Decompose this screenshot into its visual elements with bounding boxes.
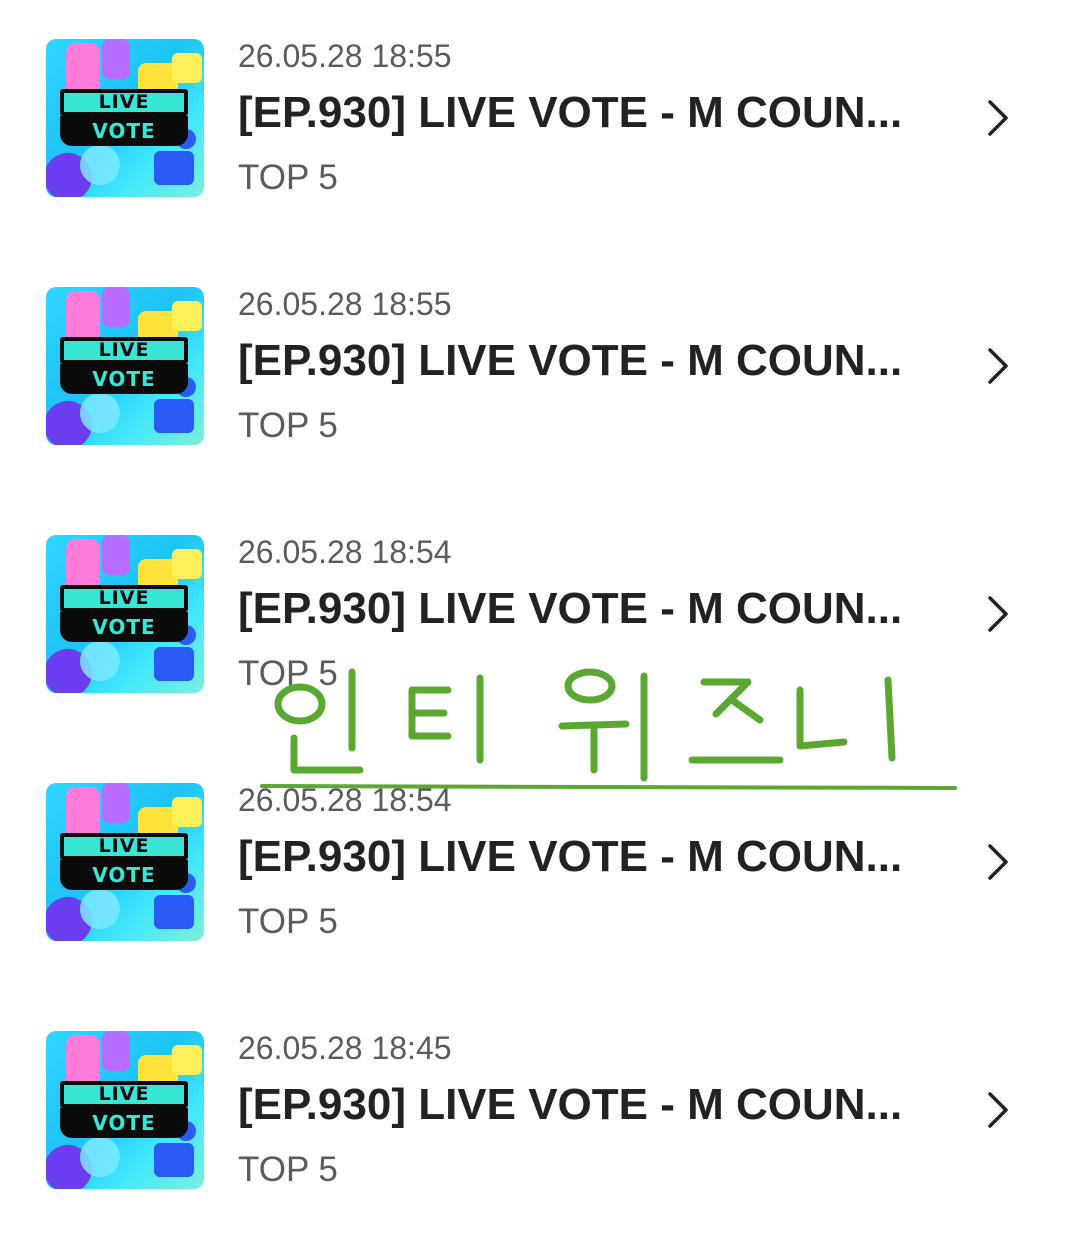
item-subtitle: TOP 5 bbox=[238, 406, 338, 445]
item-subtitle: TOP 5 bbox=[238, 1150, 338, 1189]
badge-live-text: LIVE bbox=[60, 1081, 188, 1108]
list-item[interactable]: LIVE VOTE 26.05.28 18:54 [EP.930] LIVE V… bbox=[0, 496, 1080, 744]
item-date: 26.05.28 18:55 bbox=[238, 38, 452, 74]
live-vote-badge: LIVE VOTE bbox=[60, 89, 188, 146]
item-subtitle: TOP 5 bbox=[238, 902, 338, 941]
list-item[interactable]: LIVE VOTE 26.05.28 18:54 [EP.930] LIVE V… bbox=[0, 744, 1080, 992]
live-vote-badge: LIVE VOTE bbox=[60, 337, 188, 394]
item-title: [EP.930] LIVE VOTE - M COUN... bbox=[238, 584, 903, 633]
live-vote-thumbnail: LIVE VOTE bbox=[46, 287, 204, 445]
item-subtitle: TOP 5 bbox=[238, 654, 338, 693]
item-title: [EP.930] LIVE VOTE - M COUN... bbox=[238, 88, 903, 137]
item-date: 26.05.28 18:45 bbox=[238, 1030, 452, 1066]
chevron-right-icon[interactable] bbox=[980, 1088, 1016, 1132]
badge-live-text: LIVE bbox=[60, 337, 188, 364]
chevron-right-icon[interactable] bbox=[980, 344, 1016, 388]
chevron-right-icon[interactable] bbox=[980, 96, 1016, 140]
live-vote-badge: LIVE VOTE bbox=[60, 1081, 188, 1138]
badge-vote-text: VOTE bbox=[60, 1108, 188, 1138]
item-title: [EP.930] LIVE VOTE - M COUN... bbox=[238, 1080, 903, 1129]
badge-vote-text: VOTE bbox=[60, 612, 188, 642]
chevron-right-icon[interactable] bbox=[980, 592, 1016, 636]
live-vote-badge: LIVE VOTE bbox=[60, 833, 188, 890]
live-vote-badge: LIVE VOTE bbox=[60, 585, 188, 642]
badge-live-text: LIVE bbox=[60, 833, 188, 860]
list-item[interactable]: LIVE VOTE 26.05.28 18:45 [EP.930] LIVE V… bbox=[0, 992, 1080, 1240]
item-date: 26.05.28 18:54 bbox=[238, 782, 452, 818]
live-vote-thumbnail: LIVE VOTE bbox=[46, 783, 204, 941]
chevron-right-icon[interactable] bbox=[980, 840, 1016, 884]
live-vote-thumbnail: LIVE VOTE bbox=[46, 39, 204, 197]
badge-vote-text: VOTE bbox=[60, 364, 188, 394]
list-item[interactable]: LIVE VOTE 26.05.28 18:55 [EP.930] LIVE V… bbox=[0, 248, 1080, 496]
badge-vote-text: VOTE bbox=[60, 860, 188, 890]
badge-vote-text: VOTE bbox=[60, 116, 188, 146]
item-date: 26.05.28 18:54 bbox=[238, 534, 452, 570]
live-vote-thumbnail: LIVE VOTE bbox=[46, 535, 204, 693]
list-item[interactable]: LIVE VOTE 26.05.28 18:55 [EP.930] LIVE V… bbox=[0, 0, 1080, 248]
badge-live-text: LIVE bbox=[60, 585, 188, 612]
item-subtitle: TOP 5 bbox=[238, 158, 338, 197]
live-vote-thumbnail: LIVE VOTE bbox=[46, 1031, 204, 1189]
item-title: [EP.930] LIVE VOTE - M COUN... bbox=[238, 336, 903, 385]
badge-live-text: LIVE bbox=[60, 89, 188, 116]
item-date: 26.05.28 18:55 bbox=[238, 286, 452, 322]
item-title: [EP.930] LIVE VOTE - M COUN... bbox=[238, 832, 903, 881]
